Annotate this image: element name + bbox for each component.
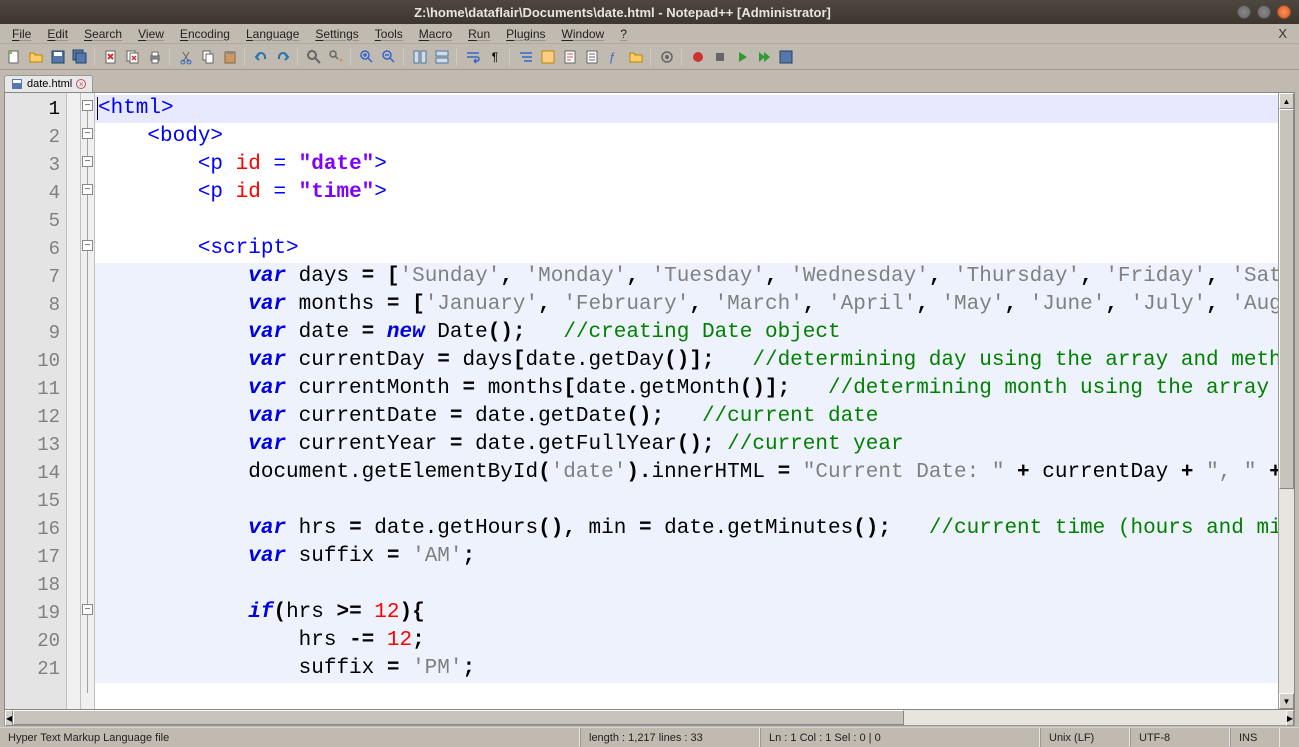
menu-window[interactable]: Window xyxy=(554,25,613,43)
status-length: length : 1,217 lines : 33 xyxy=(580,728,760,747)
new-file-icon[interactable] xyxy=(4,47,24,67)
replace-icon[interactable] xyxy=(326,47,346,67)
menu-language[interactable]: Language xyxy=(238,25,307,43)
menu-plugins[interactable]: Plugins xyxy=(498,25,553,43)
monitor-icon[interactable] xyxy=(657,47,677,67)
scroll-thumb[interactable] xyxy=(13,710,904,725)
play-multi-icon[interactable] xyxy=(754,47,774,67)
scroll-up-icon[interactable]: ▲ xyxy=(1279,93,1294,109)
menu-edit[interactable]: Edit xyxy=(39,25,76,43)
undo-icon[interactable] xyxy=(251,47,271,67)
menubar: File Edit Search View Encoding Language … xyxy=(0,24,1299,44)
menu-file[interactable]: File xyxy=(4,25,39,43)
tab-date-html[interactable]: date.html × xyxy=(4,75,93,92)
redo-icon[interactable] xyxy=(273,47,293,67)
print-icon[interactable] xyxy=(145,47,165,67)
menu-settings[interactable]: Settings xyxy=(307,25,366,43)
status-language: Hyper Text Markup Language file xyxy=(0,728,580,747)
doc-map-icon[interactable] xyxy=(560,47,580,67)
all-chars-icon[interactable]: ¶ xyxy=(485,47,505,67)
close-doc-x-icon[interactable]: X xyxy=(1270,26,1295,41)
indent-guide-icon[interactable] xyxy=(516,47,536,67)
code-area[interactable]: <html> <body> <p id = "date"> <p id = "t… xyxy=(95,93,1278,709)
record-macro-icon[interactable] xyxy=(688,47,708,67)
stop-macro-icon[interactable] xyxy=(710,47,730,67)
paste-icon[interactable] xyxy=(220,47,240,67)
scroll-left-icon[interactable]: ◀ xyxy=(5,710,13,726)
zoom-out-icon[interactable] xyxy=(379,47,399,67)
svg-text:ƒ: ƒ xyxy=(609,50,616,64)
horizontal-scrollbar[interactable]: ◀ ▶ xyxy=(4,710,1295,726)
menu-tools[interactable]: Tools xyxy=(367,25,411,43)
status-insert-mode[interactable]: INS xyxy=(1230,728,1280,747)
close-all-icon[interactable] xyxy=(123,47,143,67)
window-title: Z:\home\dataflair\Documents\date.html - … xyxy=(8,5,1237,20)
minimize-button[interactable] xyxy=(1237,5,1251,19)
tabbar: date.html × xyxy=(0,70,1299,92)
close-file-icon[interactable] xyxy=(101,47,121,67)
cut-icon[interactable] xyxy=(176,47,196,67)
doc-list-icon[interactable] xyxy=(582,47,602,67)
close-button[interactable] xyxy=(1277,5,1291,19)
line-number-gutter: 123456789101112131415161718192021 xyxy=(5,93,67,709)
marker-margin xyxy=(67,93,81,709)
menu-encoding[interactable]: Encoding xyxy=(172,25,238,43)
scroll-thumb[interactable] xyxy=(1279,109,1294,489)
statusbar: Hyper Text Markup Language file length :… xyxy=(0,727,1299,747)
function-list-icon[interactable]: ƒ xyxy=(604,47,624,67)
menu-macro[interactable]: Macro xyxy=(411,25,460,43)
copy-icon[interactable] xyxy=(198,47,218,67)
menu-run[interactable]: Run xyxy=(460,25,498,43)
toolbar: ¶ ƒ xyxy=(0,44,1299,70)
save-icon[interactable] xyxy=(48,47,68,67)
save-all-icon[interactable] xyxy=(70,47,90,67)
fold-toggle-icon[interactable] xyxy=(82,240,93,251)
status-encoding[interactable]: UTF-8 xyxy=(1130,728,1230,747)
maximize-button[interactable] xyxy=(1257,5,1271,19)
file-icon xyxy=(11,78,23,90)
fold-toggle-icon[interactable] xyxy=(82,184,93,195)
fold-margin xyxy=(81,93,95,709)
editor: 123456789101112131415161718192021 <html>… xyxy=(4,92,1295,710)
fold-toggle-icon[interactable] xyxy=(82,156,93,167)
zoom-in-icon[interactable] xyxy=(357,47,377,67)
scroll-right-icon[interactable]: ▶ xyxy=(1286,710,1294,726)
menu-view[interactable]: View xyxy=(130,25,172,43)
scroll-down-icon[interactable]: ▼ xyxy=(1279,693,1294,709)
sync-v-icon[interactable] xyxy=(410,47,430,67)
fold-toggle-icon[interactable] xyxy=(82,100,93,111)
fold-toggle-icon[interactable] xyxy=(82,128,93,139)
status-cursor: Ln : 1 Col : 1 Sel : 0 | 0 xyxy=(760,728,1040,747)
status-eol[interactable]: Unix (LF) xyxy=(1040,728,1130,747)
tab-close-icon[interactable]: × xyxy=(76,79,86,89)
menu-help[interactable]: ? xyxy=(612,25,635,43)
fold-toggle-icon[interactable] xyxy=(82,604,93,615)
udl-icon[interactable] xyxy=(538,47,558,67)
titlebar: Z:\home\dataflair\Documents\date.html - … xyxy=(0,0,1299,24)
menu-search[interactable]: Search xyxy=(76,25,130,43)
wordwrap-icon[interactable] xyxy=(463,47,483,67)
save-macro-icon[interactable] xyxy=(776,47,796,67)
folder-icon[interactable] xyxy=(626,47,646,67)
find-icon[interactable] xyxy=(304,47,324,67)
tab-label: date.html xyxy=(27,78,72,90)
sync-h-icon[interactable] xyxy=(432,47,452,67)
open-file-icon[interactable] xyxy=(26,47,46,67)
vertical-scrollbar[interactable]: ▲ ▼ xyxy=(1278,93,1294,709)
play-macro-icon[interactable] xyxy=(732,47,752,67)
